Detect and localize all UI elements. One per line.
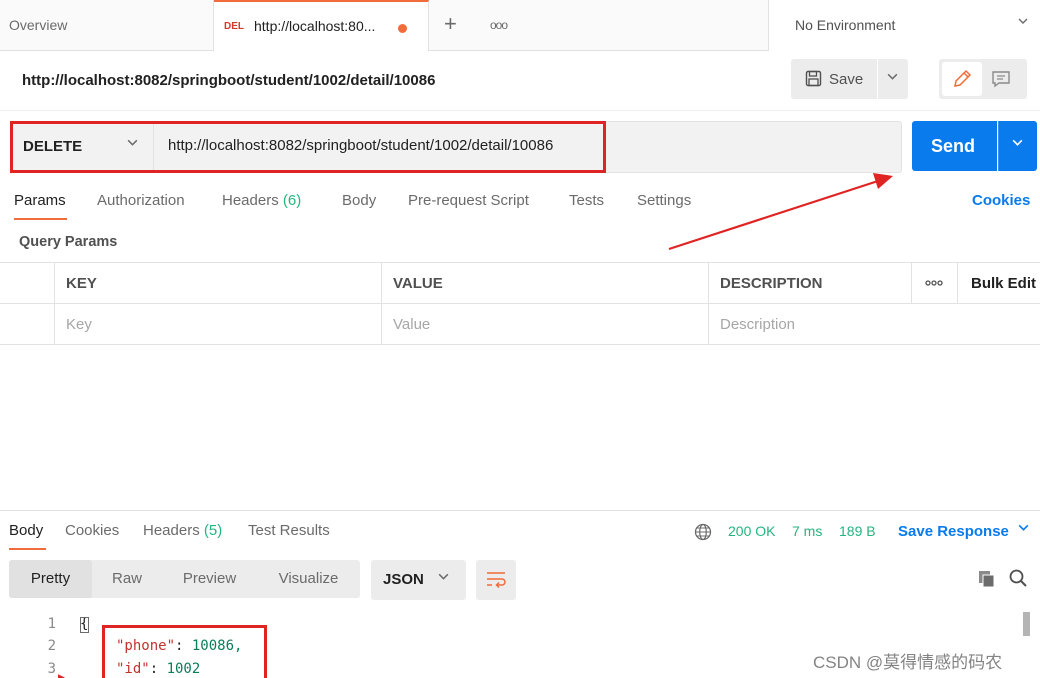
highlight-annotation-box bbox=[10, 121, 606, 173]
format-select[interactable]: JSON bbox=[371, 560, 466, 600]
description-input[interactable]: Description bbox=[709, 304, 1040, 345]
chevron-down-icon[interactable] bbox=[1017, 521, 1030, 537]
request-title-row: http://localhost:8082/springboot/student… bbox=[0, 51, 1040, 111]
query-params-table: KEY VALUE DESCRIPTION Bulk Edit Key Valu… bbox=[0, 262, 1040, 345]
unsaved-dot-icon bbox=[398, 24, 407, 33]
new-tab-plus-icon[interactable]: + bbox=[444, 13, 457, 35]
brace-match-indicator bbox=[80, 617, 89, 633]
save-icon bbox=[805, 70, 822, 87]
scrollbar-thumb[interactable] bbox=[1023, 612, 1030, 636]
tab-headers[interactable]: Headers (6) bbox=[222, 192, 301, 209]
tab-params[interactable]: Params bbox=[14, 192, 66, 209]
view-mode-toggle bbox=[939, 59, 1027, 99]
tab-label: Headers bbox=[222, 192, 279, 209]
environment-select[interactable]: No Environment bbox=[768, 0, 1040, 51]
watermark: CSDN @莫得情感的码农 bbox=[813, 653, 1003, 672]
response-tab-headers[interactable]: Headers (5) bbox=[143, 522, 222, 539]
send-button[interactable]: Send bbox=[912, 121, 997, 171]
tab-label: Pre-request Script bbox=[408, 192, 529, 209]
format-label: JSON bbox=[383, 571, 424, 588]
save-options-button[interactable] bbox=[878, 59, 908, 99]
column-header-key: KEY bbox=[55, 263, 382, 304]
table-row: Key Value Description bbox=[0, 304, 1040, 345]
tab-count-badge: (5) bbox=[203, 522, 223, 539]
tab-label: Params bbox=[14, 192, 66, 209]
send-options-button[interactable] bbox=[998, 121, 1037, 171]
key-input[interactable]: Key bbox=[55, 304, 382, 345]
cookies-link[interactable]: Cookies bbox=[972, 192, 1030, 209]
tab-request[interactable]: DEL http://localhost:80... bbox=[214, 0, 429, 51]
view-raw[interactable]: Raw bbox=[92, 560, 162, 598]
column-options-icon[interactable] bbox=[912, 263, 958, 304]
line-number: 3 bbox=[47, 661, 56, 677]
tab-label: Settings bbox=[637, 192, 692, 209]
query-params-title: Query Params bbox=[19, 234, 118, 250]
response-time[interactable]: 7 ms bbox=[792, 523, 822, 539]
tab-method-badge: DEL bbox=[224, 21, 244, 32]
chevron-down-icon bbox=[886, 70, 899, 86]
tab-bar: Overview DEL http://localhost:80... + oo… bbox=[0, 0, 1040, 51]
tab-label: Headers bbox=[143, 522, 200, 539]
response-tabs: Body Cookies Headers (5) Test Results 20… bbox=[0, 510, 1040, 550]
status-code[interactable]: 200 OK bbox=[728, 523, 775, 539]
save-button-label: Save bbox=[829, 71, 864, 88]
view-visualize[interactable]: Visualize bbox=[257, 560, 360, 598]
tab-authorization[interactable]: Authorization bbox=[97, 192, 185, 209]
copy-icon[interactable] bbox=[977, 569, 997, 589]
view-pretty[interactable]: Pretty bbox=[9, 560, 92, 598]
tab-label: Body bbox=[9, 522, 44, 539]
line-number: 1 bbox=[47, 616, 56, 632]
tab-label: Tests bbox=[569, 192, 605, 209]
tab-label: Authorization bbox=[97, 192, 185, 209]
tab-tests[interactable]: Tests bbox=[569, 192, 604, 209]
active-tab-underline bbox=[14, 218, 67, 220]
tab-count-badge: (6) bbox=[282, 192, 302, 209]
checkbox-column-header bbox=[0, 263, 55, 304]
send-button-label: Send bbox=[931, 136, 976, 156]
bulk-edit-button[interactable]: Bulk Edit bbox=[958, 263, 1040, 304]
view-preview[interactable]: Preview bbox=[162, 560, 257, 598]
edit-mode-button[interactable] bbox=[942, 62, 982, 96]
highlight-annotation-box bbox=[102, 625, 267, 678]
wrap-lines-icon bbox=[487, 572, 506, 589]
environment-label: No Environment bbox=[795, 17, 896, 33]
value-input[interactable]: Value bbox=[382, 304, 709, 345]
response-tab-body[interactable]: Body bbox=[9, 522, 43, 539]
response-size[interactable]: 189 B bbox=[839, 523, 876, 539]
pencil-icon bbox=[954, 69, 972, 87]
comment-icon[interactable] bbox=[989, 67, 1013, 91]
row-checkbox-cell bbox=[0, 304, 55, 345]
tab-overview-label: Overview bbox=[9, 17, 68, 33]
tab-label: Cookies bbox=[65, 522, 120, 539]
chevron-down-icon bbox=[1011, 136, 1024, 152]
column-header-value: VALUE bbox=[382, 263, 709, 304]
wrap-lines-button[interactable] bbox=[476, 560, 516, 600]
response-view-selector: Pretty Raw Preview Visualize bbox=[9, 560, 360, 598]
chevron-down-icon bbox=[1017, 14, 1029, 30]
response-tab-cookies[interactable]: Cookies bbox=[65, 522, 119, 539]
tab-label: Body bbox=[342, 192, 377, 209]
fold-arrow-icon: ▶ bbox=[58, 672, 65, 678]
save-button[interactable]: Save bbox=[791, 59, 877, 99]
chevron-down-icon bbox=[437, 570, 450, 586]
tab-request-title: http://localhost:80... bbox=[254, 18, 376, 34]
tab-overview[interactable]: Overview bbox=[0, 0, 214, 51]
line-number: 2 bbox=[47, 638, 56, 654]
request-tabs: Params Authorization Headers (6) Body Pr… bbox=[0, 184, 1040, 220]
column-header-description: DESCRIPTION bbox=[709, 263, 912, 304]
more-tabs-icon[interactable]: ooo bbox=[490, 18, 508, 32]
active-tab-underline bbox=[9, 548, 46, 550]
search-icon[interactable] bbox=[1008, 568, 1028, 588]
request-title[interactable]: http://localhost:8082/springboot/student… bbox=[22, 72, 435, 89]
table-header-row: KEY VALUE DESCRIPTION Bulk Edit bbox=[0, 263, 1040, 304]
tab-body[interactable]: Body bbox=[342, 192, 376, 209]
response-tab-test-results[interactable]: Test Results bbox=[248, 522, 330, 539]
tab-settings[interactable]: Settings bbox=[637, 192, 691, 209]
globe-icon[interactable] bbox=[694, 523, 712, 541]
tab-pre-request-script[interactable]: Pre-request Script bbox=[408, 192, 529, 209]
save-response-button[interactable]: Save Response bbox=[898, 523, 1009, 540]
tab-label: Test Results bbox=[248, 522, 330, 539]
